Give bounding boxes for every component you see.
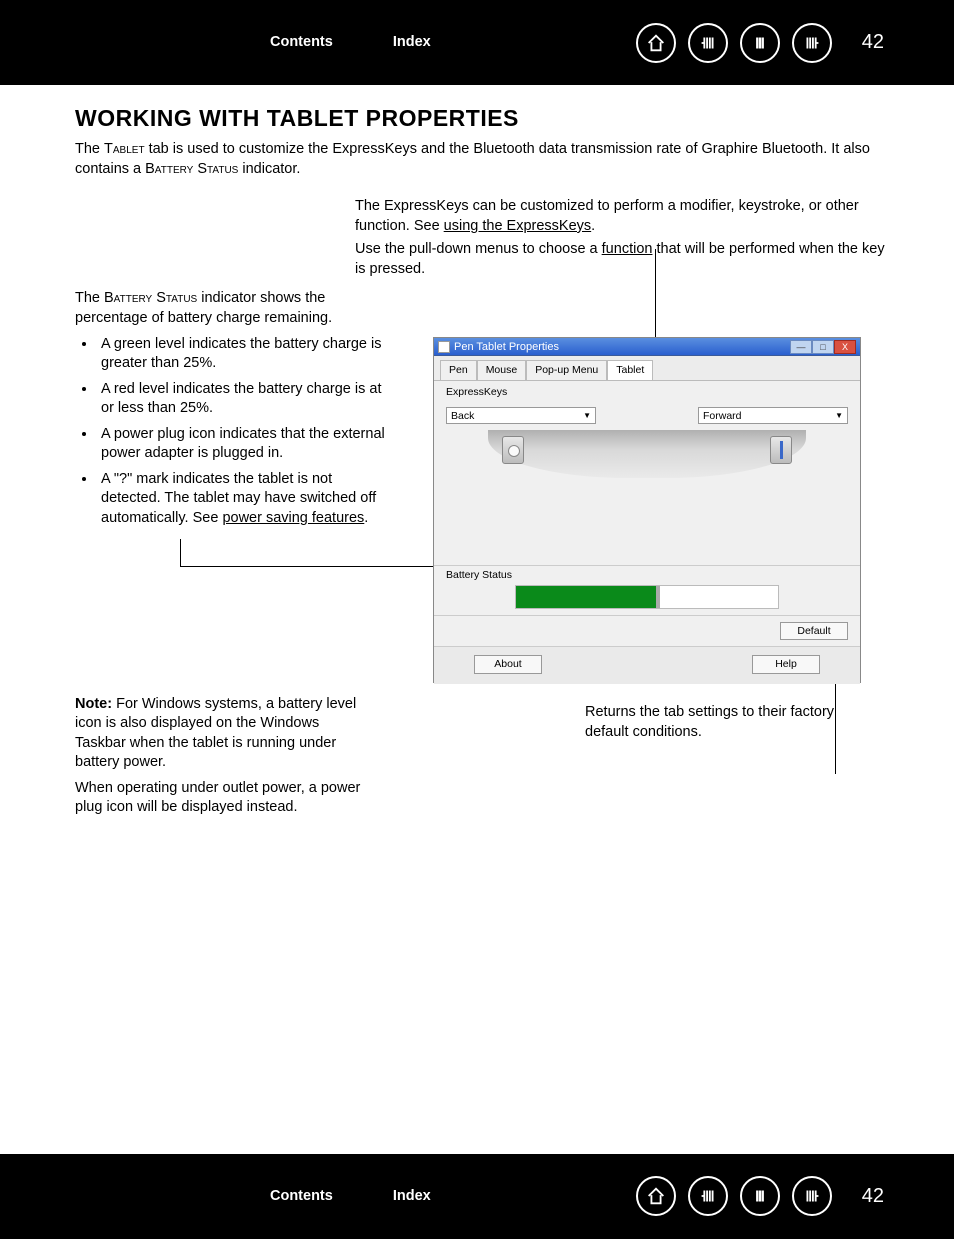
chevron-down-icon: ▼ [835,411,843,422]
callout-line [180,566,435,567]
home-icon[interactable] [636,23,676,63]
function-link[interactable]: function [602,241,653,257]
callout-line [655,249,656,339]
default-button[interactable]: Default [780,622,848,640]
contents-link[interactable]: Contents [270,33,333,53]
list-item: A "?" mark indicates the tablet is not d… [97,470,385,529]
contents-link[interactable]: Contents [270,1187,333,1207]
battery-status-caption: The Battery Status indicator shows the p… [75,289,385,528]
app-icon [438,341,450,353]
tab-tablet[interactable]: Tablet [607,360,653,379]
minimize-button[interactable]: — [790,340,812,354]
top-nav-bar: Contents Index 42 [0,0,954,85]
index-link[interactable]: Index [393,1187,431,1207]
close-button[interactable]: X [834,340,856,354]
tablet-strip-graphic [488,430,806,478]
list-item: A power plug icon indicates that the ext… [97,425,385,464]
tab-mouse[interactable]: Mouse [477,360,527,379]
next-page-icon[interactable] [792,1176,832,1216]
nav-icon-row: 42 [636,1176,884,1216]
page-number: 42 [862,29,884,56]
tab-popup[interactable]: Pop-up Menu [526,360,607,379]
next-page-icon[interactable] [792,23,832,63]
battery-status-label: Battery Status [446,569,512,581]
prev-page-icon[interactable] [740,1176,780,1216]
note-block: Note: For Windows systems, a battery lev… [75,689,365,824]
window-titlebar: Pen Tablet Properties — □ X [434,338,860,356]
bottom-nav-bar: Contents Index 42 [0,1154,954,1239]
page-content: WORKING WITH TABLET PROPERTIES The Table… [0,85,954,854]
chevron-down-icon: ▼ [583,411,591,422]
default-caption: Returns the tab settings to their factor… [585,689,835,824]
battery-status-bar [515,585,779,609]
tab-pen[interactable]: Pen [440,360,477,379]
nav-icon-row: 42 [636,23,884,63]
prev-section-icon[interactable] [688,1176,728,1216]
list-item: A red level indicates the battery charge… [97,380,385,419]
battery-fill [516,586,660,608]
home-icon[interactable] [636,1176,676,1216]
power-saving-link[interactable]: power saving features [222,510,364,526]
index-link[interactable]: Index [393,33,431,53]
callout-line [180,539,181,567]
list-item: A green level indicates the battery char… [97,335,385,374]
window-title: Pen Tablet Properties [454,340,790,355]
using-expresskeys-link[interactable]: using the ExpressKeys [444,218,592,234]
back-select[interactable]: Back▼ [446,407,596,424]
callout-line [835,679,836,774]
right-key-graphic [770,436,792,464]
help-button[interactable]: Help [752,655,820,673]
left-key-graphic [502,436,524,464]
page-heading: WORKING WITH TABLET PROPERTIES [75,103,899,134]
forward-select[interactable]: Forward▼ [698,407,848,424]
intro-paragraph: The Tablet tab is used to customize the … [75,140,899,179]
pen-tablet-properties-window: Pen Tablet Properties — □ X Pen Mouse Po… [433,337,861,683]
prev-section-icon[interactable] [688,23,728,63]
expresskeys-caption: The ExpressKeys can be customized to per… [355,197,899,279]
page-number: 42 [862,1183,884,1210]
about-button[interactable]: About [474,655,542,673]
prev-page-icon[interactable] [740,23,780,63]
tab-row: Pen Mouse Pop-up Menu Tablet [434,356,860,380]
expresskeys-label: ExpressKeys [446,386,507,398]
maximize-button[interactable]: □ [812,340,834,354]
